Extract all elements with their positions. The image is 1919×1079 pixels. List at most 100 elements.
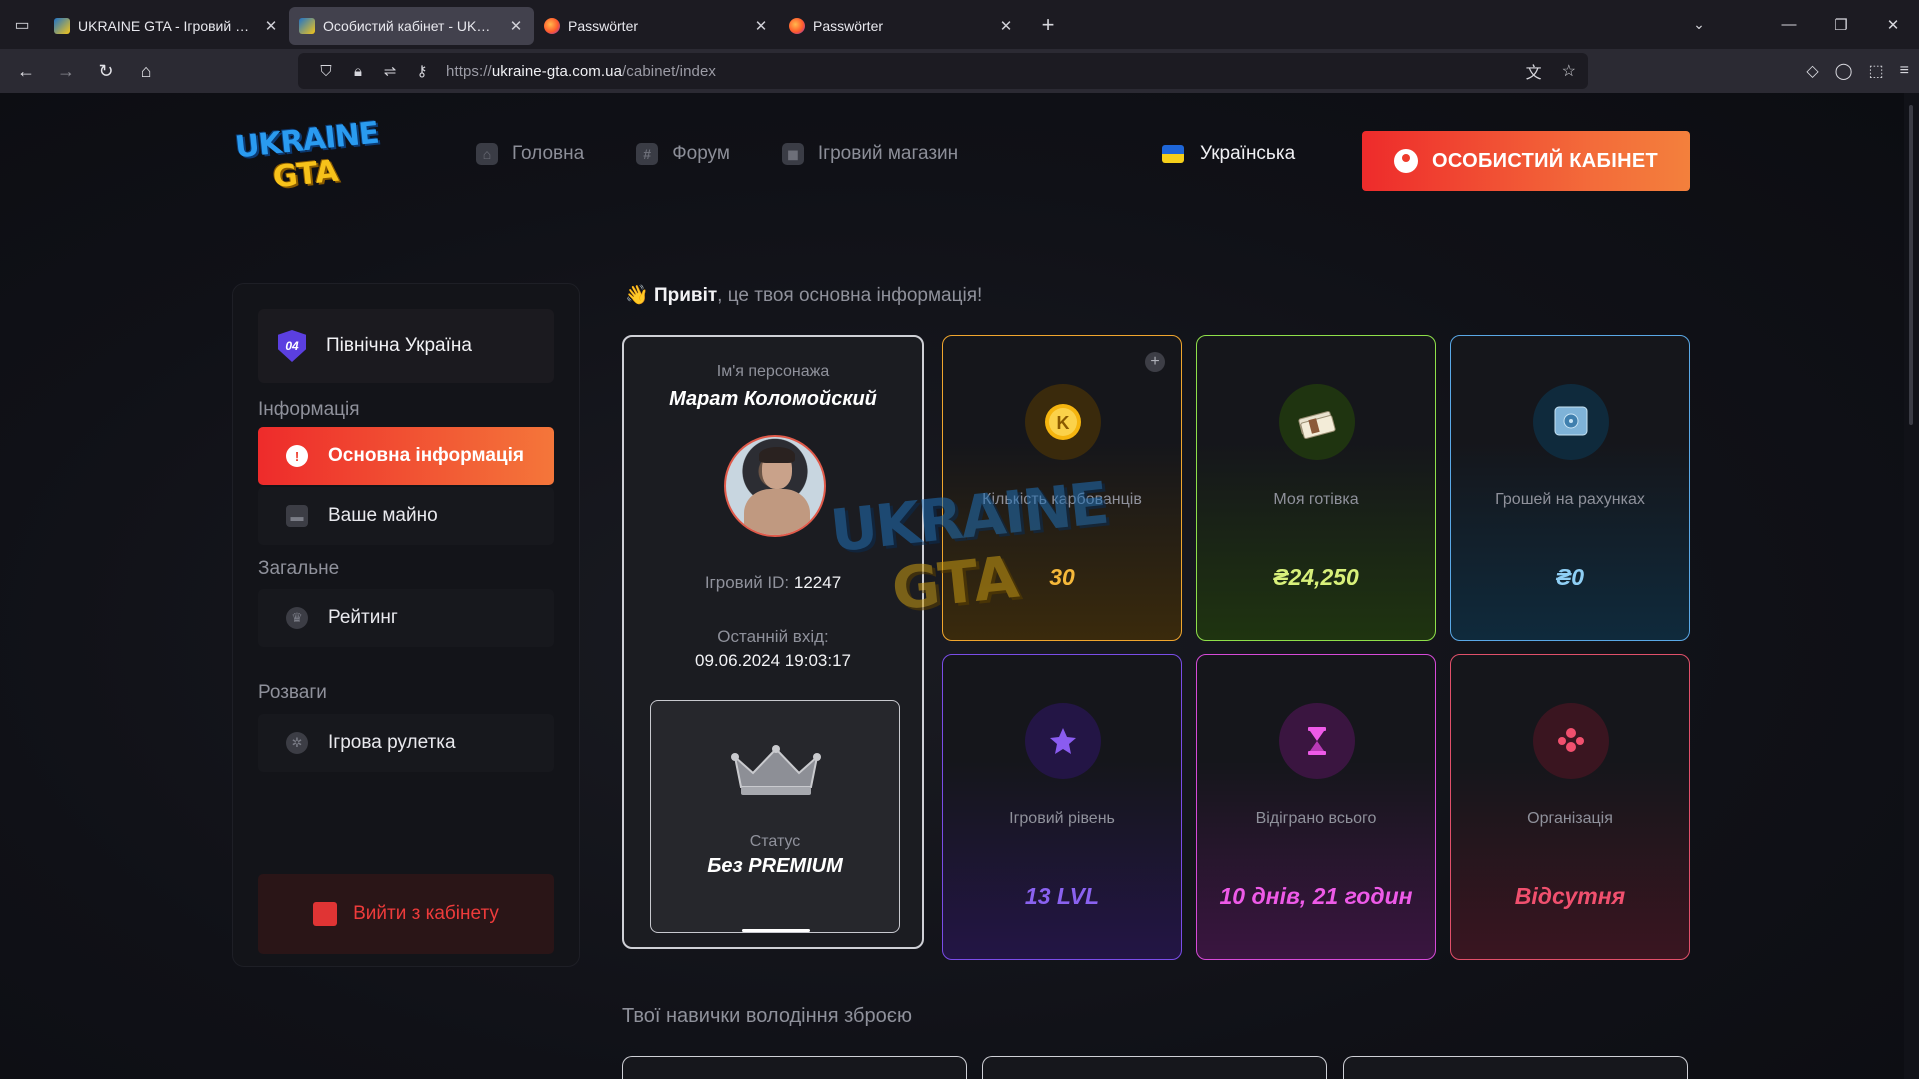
game-id: Ігровий ID: 12247 bbox=[704, 573, 842, 592]
bookmark-star-icon[interactable]: ☆ bbox=[1562, 61, 1576, 81]
stat-label: Організація bbox=[1527, 810, 1613, 827]
close-tab-icon[interactable]: ✕ bbox=[508, 17, 524, 35]
karbovanets-coin-icon: K bbox=[1025, 384, 1101, 460]
home-icon: ⌂ bbox=[476, 143, 498, 165]
section-heading-general: Загальне bbox=[258, 558, 340, 579]
nav-forum-link[interactable]: # Форум bbox=[636, 143, 730, 165]
back-icon[interactable]: ← bbox=[6, 51, 46, 91]
personal-cabinet-button[interactable]: ОСОБИСТИЙ КАБІНЕТ bbox=[1362, 131, 1690, 191]
tab-list-icon[interactable]: ▭ bbox=[0, 0, 44, 49]
roulette-icon: ✲ bbox=[286, 732, 308, 754]
stat-card-playtime: Відіграно всього 10 днів, 21 годин bbox=[1196, 654, 1436, 960]
safe-icon bbox=[1533, 384, 1609, 460]
stat-value: ₴0 bbox=[1555, 564, 1585, 590]
tab-title: Особистий кабінет - UKRAINE GTA bbox=[323, 17, 500, 34]
stat-card-karbovanets: + K Кількість карбованців 30 bbox=[942, 335, 1182, 641]
new-tab-icon[interactable]: + bbox=[1030, 7, 1066, 43]
pocket-icon[interactable]: ◇ bbox=[1806, 61, 1818, 81]
restore-icon[interactable]: ❐ bbox=[1815, 0, 1867, 49]
section-heading-fun: Розваги bbox=[258, 682, 327, 703]
greeting-text: 👋 Привіт, це твоя основна інформація! bbox=[625, 285, 983, 306]
translate-icon[interactable]: 文 bbox=[1526, 59, 1542, 83]
address-bar[interactable]: ⛉ 🔒︎ ⇌ ⚷ https://ukraine-gta.com.ua/cabi… bbox=[298, 53, 1588, 89]
lock-icon[interactable]: 🔒︎ bbox=[342, 63, 374, 80]
status-value: Без PREMIUM bbox=[707, 855, 843, 877]
server-selector[interactable]: 04 Північна Україна bbox=[258, 309, 554, 383]
stat-value: Відсутня bbox=[1514, 883, 1626, 909]
site-favicon-icon bbox=[299, 17, 315, 34]
minimize-icon[interactable]: — bbox=[1763, 0, 1815, 49]
close-tab-icon[interactable]: ✕ bbox=[753, 17, 769, 35]
stat-value: 30 bbox=[1049, 564, 1075, 590]
bag-icon: ◼ bbox=[781, 143, 804, 165]
permissions-icon[interactable]: ⇌ bbox=[374, 62, 406, 80]
browser-navigation-bar: ← → ↻ ⌂ ⛉ 🔒︎ ⇌ ⚷ https://ukraine-gta.com… bbox=[0, 49, 1919, 93]
last-login-value: 09.06.2024 19:03:17 bbox=[695, 651, 851, 670]
extensions-icon[interactable]: ⬚ bbox=[1869, 61, 1884, 81]
svg-text:K: K bbox=[1057, 413, 1070, 433]
stat-card-bank: Грошей на рахунках ₴0 bbox=[1450, 335, 1690, 641]
character-name: Марат Коломойский bbox=[669, 388, 877, 410]
sidebar-item-property[interactable]: ▬ Ваше майно bbox=[258, 487, 554, 545]
stat-label: Ігровий рівень bbox=[1009, 810, 1115, 827]
nav-home-link[interactable]: ⌂ Головна bbox=[476, 143, 584, 165]
reload-icon[interactable]: ↻ bbox=[86, 51, 126, 91]
firefox-favicon-icon bbox=[789, 17, 805, 34]
last-login-label: Останній вхід: bbox=[717, 627, 829, 646]
stat-value: ₴24,250 bbox=[1273, 564, 1359, 590]
character-card: Ім'я персонажа Марат Коломойский Ігровий… bbox=[622, 335, 924, 949]
account-icon[interactable]: ◯ bbox=[1835, 61, 1853, 81]
logout-button[interactable]: Вийти з кабінету bbox=[258, 874, 554, 954]
menu-icon[interactable]: ≡ bbox=[1900, 62, 1909, 80]
browser-tab[interactable]: UKRAINE GTA - Ігровий форум ✕ bbox=[44, 7, 289, 45]
alert-icon: ! bbox=[286, 445, 308, 467]
language-selector[interactable]: Українська bbox=[1162, 143, 1295, 165]
stat-label: Кількість карбованців bbox=[982, 491, 1142, 508]
stat-card-organization: Організація Відсутня bbox=[1450, 654, 1690, 960]
server-shield-icon: 04 bbox=[278, 330, 306, 362]
sidebar-item-rating[interactable]: ♛ Рейтинг bbox=[258, 589, 554, 647]
close-tab-icon[interactable]: ✕ bbox=[263, 17, 279, 35]
close-tab-icon[interactable]: ✕ bbox=[998, 17, 1014, 35]
site-favicon-icon bbox=[54, 17, 70, 34]
weapon-skill-card bbox=[1343, 1056, 1688, 1079]
tab-title: UKRAINE GTA - Ігровий форум bbox=[78, 17, 255, 34]
chevron-down-icon[interactable]: ⌄ bbox=[1679, 0, 1719, 49]
ukraine-gta-logo[interactable]: UKRAINE GTA bbox=[234, 116, 381, 196]
organization-icon bbox=[1533, 703, 1609, 779]
shield-icon[interactable]: ⛉ bbox=[310, 63, 342, 80]
add-karbovanets-icon[interactable]: + bbox=[1145, 352, 1165, 372]
premium-status-box[interactable]: Статус Без PREMIUM bbox=[650, 700, 900, 933]
browser-tab-active[interactable]: Особистий кабінет - UKRAINE GTA ✕ bbox=[289, 6, 534, 45]
stat-card-cash: Моя готівка ₴24,250 bbox=[1196, 335, 1436, 641]
stat-value: 10 днів, 21 годин bbox=[1219, 883, 1413, 909]
forward-icon[interactable]: → bbox=[46, 51, 86, 91]
section-heading-info: Інформація bbox=[258, 399, 360, 420]
status-label: Статус bbox=[749, 833, 801, 850]
hourglass-icon bbox=[1279, 703, 1355, 779]
sidebar-item-main-info[interactable]: ! Основна інформація bbox=[258, 427, 554, 485]
stat-label: Відіграно всього bbox=[1255, 810, 1377, 827]
window-controls: — ❐ ✕ bbox=[1763, 0, 1919, 49]
sidebar-item-roulette[interactable]: ✲ Ігрова рулетка bbox=[258, 714, 554, 772]
firefox-favicon-icon bbox=[544, 17, 560, 34]
stat-label: Грошей на рахунках bbox=[1495, 491, 1645, 508]
character-name-label: Ім'я персонажа bbox=[716, 363, 830, 380]
weapon-skill-card bbox=[982, 1056, 1327, 1079]
page-scrollbar[interactable] bbox=[1904, 93, 1919, 1079]
ukraine-flag-icon bbox=[1162, 145, 1184, 163]
key-icon[interactable]: ⚷ bbox=[406, 62, 438, 80]
hash-icon: # bbox=[636, 143, 659, 165]
stat-label: Моя готівка bbox=[1273, 491, 1359, 508]
home-icon[interactable]: ⌂ bbox=[126, 51, 166, 91]
stat-value: 13 LVL bbox=[1024, 883, 1100, 909]
user-icon bbox=[1394, 149, 1419, 173]
browser-tab[interactable]: Passwörter ✕ bbox=[534, 7, 779, 45]
cabinet-sidebar: 04 Північна Україна Інформація ! Основна… bbox=[232, 283, 580, 967]
tab-title: Passwörter bbox=[813, 17, 884, 34]
browser-tab[interactable]: Passwörter ✕ bbox=[779, 7, 1024, 45]
stat-card-level: Ігровий рівень 13 LVL bbox=[942, 654, 1182, 960]
close-window-icon[interactable]: ✕ bbox=[1867, 0, 1919, 49]
nav-shop-link[interactable]: ◼ Ігровий магазин bbox=[781, 143, 958, 165]
browser-tab-bar: ▭ UKRAINE GTA - Ігровий форум ✕ Особисти… bbox=[0, 0, 1919, 49]
